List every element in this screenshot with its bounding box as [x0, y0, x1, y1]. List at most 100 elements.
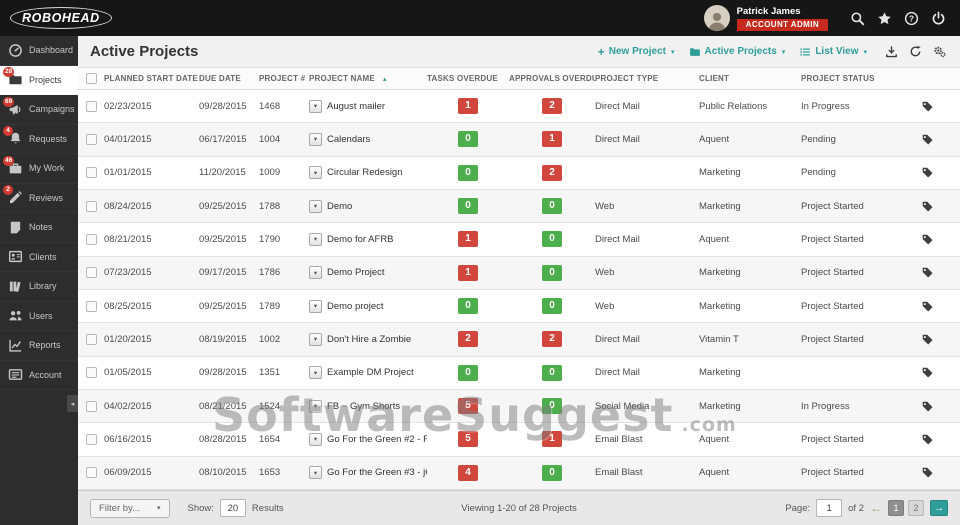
row-checkbox[interactable] — [86, 301, 97, 312]
row-checkbox[interactable] — [86, 434, 97, 445]
project-name-link[interactable]: August mailer — [327, 101, 385, 112]
project-name-link[interactable]: Don't Hire a Zombie — [327, 334, 411, 345]
column-approvals-overdue[interactable]: APPROVALS OVERDUE — [509, 74, 595, 83]
project-actions-menu-button[interactable]: ▾ — [309, 133, 322, 146]
sidebar-item-projects[interactable]: 28 Projects — [0, 66, 78, 96]
project-name-link[interactable]: Demo — [327, 201, 352, 212]
project-name-link[interactable]: Demo for AFRB — [327, 234, 394, 245]
project-actions-menu-button[interactable]: ▾ — [309, 266, 322, 279]
page-number-input[interactable] — [816, 499, 842, 517]
column-tasks-overdue[interactable]: TASKS OVERDUE — [427, 74, 509, 83]
star-icon[interactable] — [877, 11, 892, 26]
row-checkbox[interactable] — [86, 234, 97, 245]
tag-icon[interactable] — [921, 466, 934, 479]
project-name-link[interactable]: Demo project — [327, 301, 384, 312]
table-row[interactable]: 08/24/2015 09/25/2015 1788 ▾ Demo 0 0 We… — [78, 190, 960, 223]
select-all-checkbox[interactable] — [86, 73, 97, 84]
user-menu[interactable]: Patrick James ACCOUNT ADMIN — [704, 5, 838, 31]
tag-icon[interactable] — [921, 133, 934, 146]
row-checkbox[interactable] — [86, 267, 97, 278]
project-actions-menu-button[interactable]: ▾ — [309, 400, 322, 413]
power-icon[interactable] — [931, 11, 946, 26]
column-project-status[interactable]: PROJECT STATUS — [801, 74, 897, 83]
table-row[interactable]: 08/21/2015 09/25/2015 1790 ▾ Demo for AF… — [78, 223, 960, 256]
page-button-1[interactable]: 1 — [888, 500, 904, 516]
help-icon[interactable] — [904, 11, 919, 26]
table-row[interactable]: 01/20/2015 08/19/2015 1002 ▾ Don't Hire … — [78, 323, 960, 356]
sidebar-item-campaigns[interactable]: 69 Campaigns — [0, 95, 78, 125]
settings-gear-icon[interactable] — [933, 45, 946, 58]
project-name-link[interactable]: Demo Project — [327, 267, 385, 278]
sidebar-item-users[interactable]: Users — [0, 302, 78, 332]
project-name-link[interactable]: FB ~ Gym Shorts — [327, 401, 400, 412]
row-checkbox[interactable] — [86, 401, 97, 412]
project-name-link[interactable]: Example DM Project — [327, 367, 414, 378]
column-planned-start-date[interactable]: PLANNED START DATE — [104, 74, 199, 83]
row-checkbox[interactable] — [86, 101, 97, 112]
tag-icon[interactable] — [921, 266, 934, 279]
column-project-number[interactable]: PROJECT # — [259, 74, 309, 83]
column-client[interactable]: CLIENT — [699, 74, 801, 83]
column-due-date[interactable]: DUE DATE — [199, 74, 259, 83]
project-actions-menu-button[interactable]: ▾ — [309, 233, 322, 246]
table-row[interactable]: 06/16/2015 08/28/2015 1654 ▾ Go For the … — [78, 423, 960, 456]
tag-icon[interactable] — [921, 400, 934, 413]
page-button-2[interactable]: 2 — [908, 500, 924, 516]
table-row[interactable]: 02/23/2015 09/28/2015 1468 ▾ August mail… — [78, 90, 960, 123]
column-project-type[interactable]: PROJECT TYPE — [595, 74, 699, 83]
tag-icon[interactable] — [921, 433, 934, 446]
download-icon[interactable] — [885, 45, 898, 58]
row-checkbox[interactable] — [86, 167, 97, 178]
tag-icon[interactable] — [921, 233, 934, 246]
filter-by-dropdown[interactable]: Filter by... ▾ — [90, 499, 170, 518]
tag-icon[interactable] — [921, 300, 934, 313]
prev-page-arrow[interactable]: ← — [870, 501, 882, 515]
sidebar-item-account[interactable]: Account — [0, 361, 78, 391]
project-actions-menu-button[interactable]: ▾ — [309, 200, 322, 213]
sidebar-item-dashboard[interactable]: Dashboard — [0, 36, 78, 66]
row-checkbox[interactable] — [86, 367, 97, 378]
column-project-name[interactable]: PROJECT NAME ▴ — [309, 74, 427, 83]
tag-icon[interactable] — [921, 100, 934, 113]
tag-icon[interactable] — [921, 333, 934, 346]
row-checkbox[interactable] — [86, 201, 97, 212]
view-mode-dropdown[interactable]: List View ▾ — [799, 46, 867, 58]
show-count-input[interactable] — [220, 499, 246, 517]
sidebar-item-notes[interactable]: Notes — [0, 213, 78, 243]
search-icon[interactable] — [850, 11, 865, 26]
project-actions-menu-button[interactable]: ▾ — [309, 366, 322, 379]
next-page-button[interactable]: → — [930, 500, 948, 516]
sidebar-item-requests[interactable]: 4 Requests — [0, 125, 78, 155]
project-name-link[interactable]: Go For the Green #3 - jQuery — [327, 467, 427, 478]
sidebar-item-my-work[interactable]: 46 My Work — [0, 154, 78, 184]
table-row[interactable]: 04/02/2015 08/21/2015 1524 ▾ FB ~ Gym Sh… — [78, 390, 960, 423]
user-avatar[interactable] — [704, 5, 730, 31]
project-name-link[interactable]: Calendars — [327, 134, 370, 145]
project-actions-menu-button[interactable]: ▾ — [309, 466, 322, 479]
table-row[interactable]: 07/23/2015 09/17/2015 1786 ▾ Demo Projec… — [78, 257, 960, 290]
project-actions-menu-button[interactable]: ▾ — [309, 333, 322, 346]
project-actions-menu-button[interactable]: ▾ — [309, 166, 322, 179]
project-name-link[interactable]: Circular Redesign — [327, 167, 403, 178]
sidebar-collapse-button[interactable]: ◂ — [67, 395, 78, 412]
project-actions-menu-button[interactable]: ▾ — [309, 433, 322, 446]
sidebar-item-reviews[interactable]: 2 Reviews — [0, 184, 78, 214]
view-filter-dropdown[interactable]: Active Projects ▾ — [689, 46, 786, 58]
project-name-link[interactable]: Go For the Green #2 - Respon: — [327, 434, 427, 445]
row-checkbox[interactable] — [86, 134, 97, 145]
tag-icon[interactable] — [921, 166, 934, 179]
refresh-icon[interactable] — [909, 45, 922, 58]
robohead-logo[interactable]: ROBOHEAD — [10, 7, 112, 29]
sidebar-item-clients[interactable]: Clients — [0, 243, 78, 273]
table-row[interactable]: 04/01/2015 06/17/2015 1004 ▾ Calendars 0… — [78, 123, 960, 156]
new-project-button[interactable]: + New Project ▾ — [598, 45, 675, 59]
row-checkbox[interactable] — [86, 467, 97, 478]
project-actions-menu-button[interactable]: ▾ — [309, 100, 322, 113]
row-checkbox[interactable] — [86, 334, 97, 345]
sidebar-item-reports[interactable]: Reports — [0, 331, 78, 361]
project-actions-menu-button[interactable]: ▾ — [309, 300, 322, 313]
table-row[interactable]: 08/25/2015 09/25/2015 1789 ▾ Demo projec… — [78, 290, 960, 323]
table-row[interactable]: 01/01/2015 11/20/2015 1009 ▾ Circular Re… — [78, 157, 960, 190]
table-row[interactable]: 01/05/2015 09/28/2015 1351 ▾ Example DM … — [78, 357, 960, 390]
sidebar-item-library[interactable]: Library — [0, 272, 78, 302]
